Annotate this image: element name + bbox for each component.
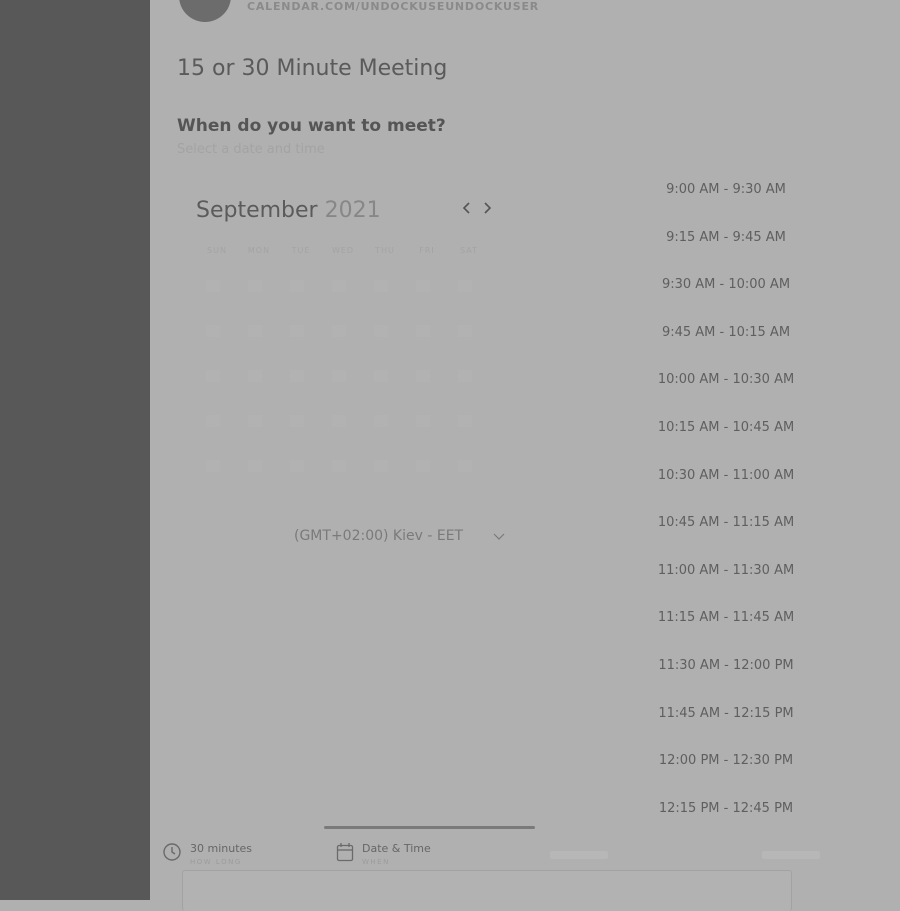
weekday-label: WED (331, 246, 355, 255)
time-slot-button[interactable]: 10:45 AM - 11:15 AM (630, 499, 822, 547)
calendar-month-year: September 2021 (196, 198, 381, 223)
next-month-button[interactable] (478, 200, 496, 222)
clock-icon (163, 843, 181, 861)
timezone-value: (GMT+02:00) Kiev - EET (294, 528, 464, 544)
section-subtitle: Select a date and time (177, 142, 325, 157)
avatar (179, 0, 231, 22)
time-slot-button[interactable]: 9:15 AM - 9:45 AM (630, 214, 822, 262)
weekday-header: SUN MON TUE WED THU FRI SAT (196, 246, 496, 255)
calendar-year: 2021 (324, 198, 381, 223)
time-slot-button[interactable]: 11:15 AM - 11:45 AM (630, 594, 822, 642)
time-slot-button[interactable]: 12:15 PM - 12:45 PM (630, 785, 822, 833)
calendar-icon (336, 843, 354, 862)
time-slot-button[interactable]: 10:30 AM - 11:00 AM (630, 452, 822, 500)
section-heading: When do you want to meet? (177, 116, 446, 136)
weekday-label: TUE (291, 246, 311, 255)
chevron-right-icon (484, 202, 492, 214)
step-sublabel: HOW LONG (190, 858, 242, 866)
step-placeholder (762, 851, 820, 859)
footer-panel (182, 870, 792, 911)
weekday-label: SAT (460, 246, 478, 255)
calendar-week-row (206, 325, 486, 337)
calendar-week-row (206, 280, 486, 292)
side-panel (0, 0, 150, 900)
weekday-label: FRI (419, 246, 435, 255)
time-slot-button[interactable]: 11:45 AM - 12:15 PM (630, 690, 822, 738)
step-sublabel: WHEN (362, 858, 390, 866)
time-slot-button[interactable]: 9:00 AM - 9:30 AM (630, 166, 822, 214)
timezone-select[interactable]: (GMT+02:00) Kiev - EET (294, 528, 506, 550)
step-progress-indicator (324, 826, 535, 829)
chevron-down-icon (493, 533, 505, 540)
time-slot-button[interactable]: 10:00 AM - 10:30 AM (630, 356, 822, 404)
time-slot-list: 9:00 AM - 9:30 AM 9:15 AM - 9:45 AM 9:30… (630, 166, 822, 832)
step-date-time[interactable]: Date & Time WHEN (336, 842, 431, 868)
step-label: Date & Time (362, 842, 431, 855)
weekday-label: SUN (207, 246, 227, 255)
calendar-month: September (196, 198, 318, 223)
calendar-week-row (206, 460, 486, 472)
booking-url: CALENDAR.COM/UNDOCKUSEUNDOCKUSER (247, 0, 540, 13)
time-slot-button[interactable]: 12:00 PM - 12:30 PM (630, 737, 822, 785)
time-slot-button[interactable]: 9:30 AM - 10:00 AM (630, 261, 822, 309)
chevron-left-icon (462, 202, 470, 214)
step-duration[interactable]: 30 minutes HOW LONG (162, 842, 252, 868)
step-label: 30 minutes (190, 842, 253, 855)
previous-month-button[interactable] (458, 200, 476, 222)
weekday-label: THU (375, 246, 395, 255)
page-title: 15 or 30 Minute Meeting (177, 56, 448, 81)
time-slot-button[interactable]: 11:00 AM - 11:30 AM (630, 547, 822, 595)
calendar-week-row (206, 370, 486, 382)
time-slot-button[interactable]: 10:15 AM - 10:45 AM (630, 404, 822, 452)
time-slot-button[interactable]: 11:30 AM - 12:00 PM (630, 642, 822, 690)
calendar-week-row (206, 415, 486, 427)
time-slot-button[interactable]: 9:45 AM - 10:15 AM (630, 309, 822, 357)
weekday-label: MON (247, 246, 271, 255)
booking-panel: CALENDAR.COM/UNDOCKUSEUNDOCKUSER 15 or 3… (150, 0, 900, 911)
step-placeholder (550, 851, 608, 859)
